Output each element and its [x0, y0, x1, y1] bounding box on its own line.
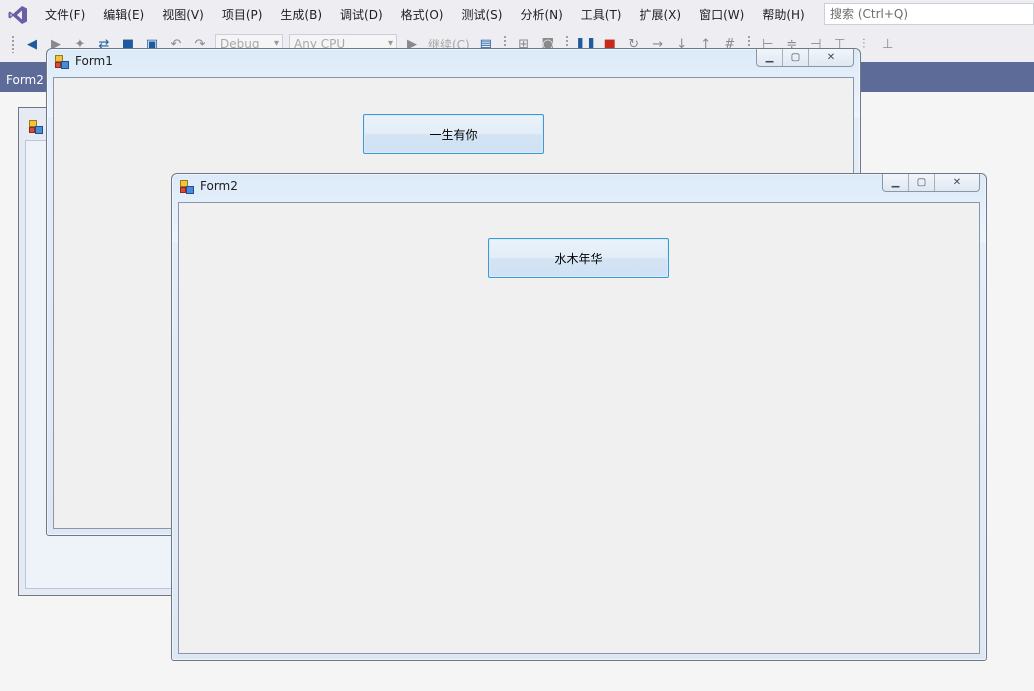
form1-maximize-icon[interactable]: ▢ [783, 49, 809, 66]
tab-form2[interactable]: Form2 [0, 69, 50, 92]
toolbar-grip[interactable] [11, 35, 15, 53]
menu-window[interactable]: 窗口(W) [690, 0, 753, 30]
form2-button[interactable]: 水木年华 [488, 238, 669, 278]
form2-maximize-icon[interactable]: ▢ [909, 174, 935, 191]
form1-close-icon[interactable]: ✕ [809, 49, 853, 66]
menu-file[interactable]: 文件(F) [36, 0, 94, 30]
menu-format[interactable]: 格式(O) [392, 0, 453, 30]
form2-minimize-icon[interactable]: ▁ [883, 174, 909, 191]
form1-button[interactable]: 一生有你 [363, 114, 544, 154]
menu-extensions[interactable]: 扩展(X) [630, 0, 690, 30]
visual-studio-logo-icon[interactable] [0, 0, 36, 30]
menu-help[interactable]: 帮助(H) [753, 0, 813, 30]
align-bottom-icon[interactable]: ⊥ [878, 34, 898, 54]
form2-title: Form2 [200, 179, 238, 193]
form-icon [29, 120, 43, 137]
menu-analyze[interactable]: 分析(N) [511, 0, 571, 30]
form2-window[interactable]: Form2 ▁ ▢ ✕ 水木年华 [171, 173, 987, 661]
menu-edit[interactable]: 编辑(E) [94, 0, 153, 30]
menu-build[interactable]: 生成(B) [271, 0, 331, 30]
back-icon[interactable]: ◀ [22, 34, 42, 54]
form1-titlebar[interactable]: Form1 ▁ ▢ ✕ [47, 49, 860, 75]
form2-app-icon [180, 180, 194, 194]
menu-bar: 文件(F) 编辑(E) 视图(V) 项目(P) 生成(B) 调试(D) 格式(O… [0, 0, 1034, 30]
form2-close-icon[interactable]: ✕ [935, 174, 979, 191]
form2-titlebar[interactable]: Form2 ▁ ▢ ✕ [172, 174, 986, 200]
menu-tools[interactable]: 工具(T) [572, 0, 631, 30]
menu-debug[interactable]: 调试(D) [331, 0, 392, 30]
menu-test[interactable]: 测试(S) [452, 0, 511, 30]
search-input[interactable]: 搜索 (Ctrl+Q) [824, 3, 1034, 25]
menu-view[interactable]: 视图(V) [153, 0, 213, 30]
menu-project[interactable]: 项目(P) [213, 0, 272, 30]
form1-title: Form1 [75, 54, 113, 68]
form2-caption-buttons: ▁ ▢ ✕ [882, 174, 980, 192]
form1-minimize-icon[interactable]: ▁ [757, 49, 783, 66]
form1-app-icon [55, 55, 69, 69]
form1-caption-buttons: ▁ ▢ ✕ [756, 49, 854, 67]
form2-client: 水木年华 [178, 202, 980, 654]
